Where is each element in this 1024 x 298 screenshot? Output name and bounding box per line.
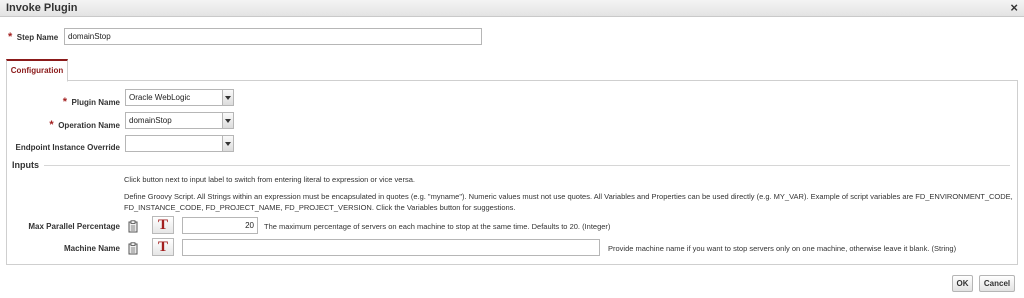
endpoint-override-label: Endpoint Instance Override xyxy=(10,142,120,152)
plugin-name-label: * Plugin Name xyxy=(20,96,120,108)
tab-strip: Configuration xyxy=(6,59,1018,82)
chevron-down-icon[interactable] xyxy=(222,113,233,128)
clipboard-icon[interactable] xyxy=(128,242,138,255)
required-marker: * xyxy=(8,31,13,43)
step-name-input[interactable] xyxy=(64,28,482,45)
max-parallel-percentage-label: Max Parallel Percentage xyxy=(10,221,120,231)
machine-name-description: Provide machine name if you want to stop… xyxy=(608,244,957,253)
endpoint-override-select[interactable] xyxy=(125,135,234,152)
plugin-name-value: Oracle WebLogic xyxy=(129,93,191,102)
help-text-groovy-2: FD_INSTANCE_CODE, FD_PROJECT_NAME, FD_PR… xyxy=(124,203,516,212)
toggle-expression-button[interactable]: T xyxy=(152,216,174,234)
max-parallel-percentage-input[interactable] xyxy=(182,217,258,234)
dialog-titlebar: Invoke Plugin × xyxy=(0,0,1024,17)
max-parallel-percentage-description: The maximum percentage of servers on eac… xyxy=(264,222,611,231)
required-marker: * xyxy=(49,119,54,131)
dialog-title: Invoke Plugin xyxy=(6,2,78,14)
step-name-label-text: Step Name xyxy=(16,33,59,42)
ok-button[interactable]: OK xyxy=(952,275,973,292)
endpoint-override-label-text: Endpoint Instance Override xyxy=(15,143,120,152)
step-name-label: * Step Name xyxy=(8,31,58,43)
operation-name-label-text: Operation Name xyxy=(58,121,120,130)
chevron-down-icon[interactable] xyxy=(222,90,233,105)
clipboard-icon[interactable] xyxy=(128,220,138,233)
cancel-button[interactable]: Cancel xyxy=(979,275,1015,292)
max-parallel-percentage-label-text: Max Parallel Percentage xyxy=(28,222,120,231)
operation-name-select[interactable]: domainStop xyxy=(125,112,234,129)
chevron-down-icon[interactable] xyxy=(222,136,233,151)
machine-name-input[interactable] xyxy=(182,239,600,256)
help-text-groovy-1: Define Groovy Script. All Strings within… xyxy=(124,192,1013,201)
machine-name-label: Machine Name xyxy=(10,243,120,253)
inputs-section-title: Inputs xyxy=(12,160,39,170)
tab-configuration[interactable]: Configuration xyxy=(6,59,68,82)
plugin-name-select[interactable]: Oracle WebLogic xyxy=(125,89,234,106)
operation-name-value: domainStop xyxy=(129,116,172,125)
required-marker: * xyxy=(62,96,68,108)
help-text-toggle: Click button next to input label to swit… xyxy=(124,175,415,184)
operation-name-label: * Operation Name xyxy=(20,119,120,131)
section-divider xyxy=(44,165,1010,166)
machine-name-label-text: Machine Name xyxy=(63,244,120,253)
plugin-name-label-text: Plugin Name xyxy=(71,98,120,107)
close-icon[interactable]: × xyxy=(1010,1,1018,15)
toggle-expression-button[interactable]: T xyxy=(152,238,174,256)
